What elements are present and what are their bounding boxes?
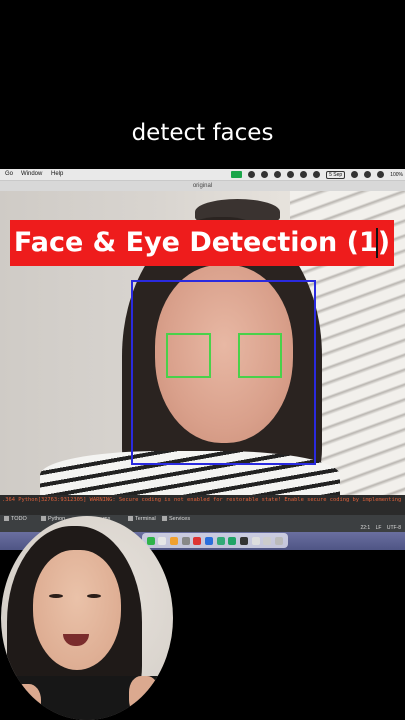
app-icon[interactable]	[248, 171, 256, 178]
tab-todo[interactable]: TODO	[4, 516, 27, 522]
python-icon	[41, 516, 46, 522]
status-tray: 5 Sep 100%	[231, 170, 403, 179]
presenter-hand-right	[129, 676, 159, 716]
cloud-icon[interactable]	[351, 171, 359, 178]
globe-icon[interactable]	[274, 171, 282, 178]
list-icon	[4, 516, 9, 522]
presenter-eye-right	[87, 594, 101, 598]
trash-icon[interactable]	[275, 536, 284, 545]
cursor-position[interactable]: 22:1	[360, 525, 370, 531]
face-detection-box	[131, 280, 316, 465]
line-separator[interactable]: LF	[376, 525, 382, 531]
presenter-hand-left	[11, 684, 41, 720]
headphones-icon[interactable]	[364, 171, 372, 178]
record-icon[interactable]	[231, 171, 243, 178]
wifi-icon[interactable]	[377, 171, 385, 178]
menu-window[interactable]: Window	[21, 171, 42, 177]
menu-go[interactable]: Go	[5, 171, 13, 177]
excel-icon[interactable]	[216, 536, 225, 545]
settings-icon[interactable]	[261, 171, 269, 178]
tab-terminal[interactable]: Terminal	[128, 516, 156, 522]
video-caption: detect faces	[131, 120, 274, 146]
window-icon[interactable]	[263, 536, 272, 545]
banner-title: Face & Eye Detection (1)	[13, 227, 391, 258]
title-banner: Face & Eye Detection (1)	[10, 220, 394, 266]
text-icon[interactable]	[300, 171, 308, 178]
settings-icon[interactable]	[181, 536, 190, 545]
console-log-line: .364 Python[32763:9312305] WARNING: Secu…	[2, 497, 402, 503]
menu-help[interactable]: Help	[51, 171, 63, 177]
calendar-icon[interactable]	[158, 536, 167, 545]
window-title-bar: original	[0, 181, 405, 191]
webcam-overlay	[1, 516, 173, 720]
tab-services[interactable]: Services	[162, 516, 190, 522]
battery-level: 100%	[390, 171, 403, 178]
presenter-face	[33, 550, 121, 670]
eye-detection-box-left	[166, 333, 211, 378]
dock	[142, 533, 288, 548]
terminal-icon[interactable]	[240, 536, 249, 545]
eye-detection-box-right	[238, 333, 282, 378]
text-cursor	[376, 228, 378, 258]
search-icon[interactable]	[287, 171, 295, 178]
word-icon[interactable]	[205, 536, 214, 545]
window-title: original	[192, 183, 213, 189]
status-info: 22:1 LF UTF-8	[360, 525, 401, 531]
menu-bar: Go Window Help 5 Sep 100%	[0, 169, 405, 181]
photos-icon[interactable]	[170, 536, 179, 545]
console-output[interactable]: .364 Python[32763:9312305] WARNING: Secu…	[0, 495, 405, 515]
finder-window-icon[interactable]	[251, 536, 260, 545]
app-red-icon[interactable]	[193, 536, 202, 545]
terminal-icon	[128, 516, 133, 522]
video-frame: Face & Eye Detection (1)	[0, 191, 405, 495]
file-encoding[interactable]: UTF-8	[387, 525, 401, 531]
presenter-eye-left	[49, 594, 63, 598]
services-icon	[162, 516, 167, 522]
messages-icon[interactable]	[146, 536, 155, 545]
sheets-icon[interactable]	[228, 536, 237, 545]
timer-icon[interactable]	[313, 171, 321, 178]
date-badge[interactable]: 5 Sep	[326, 170, 346, 179]
